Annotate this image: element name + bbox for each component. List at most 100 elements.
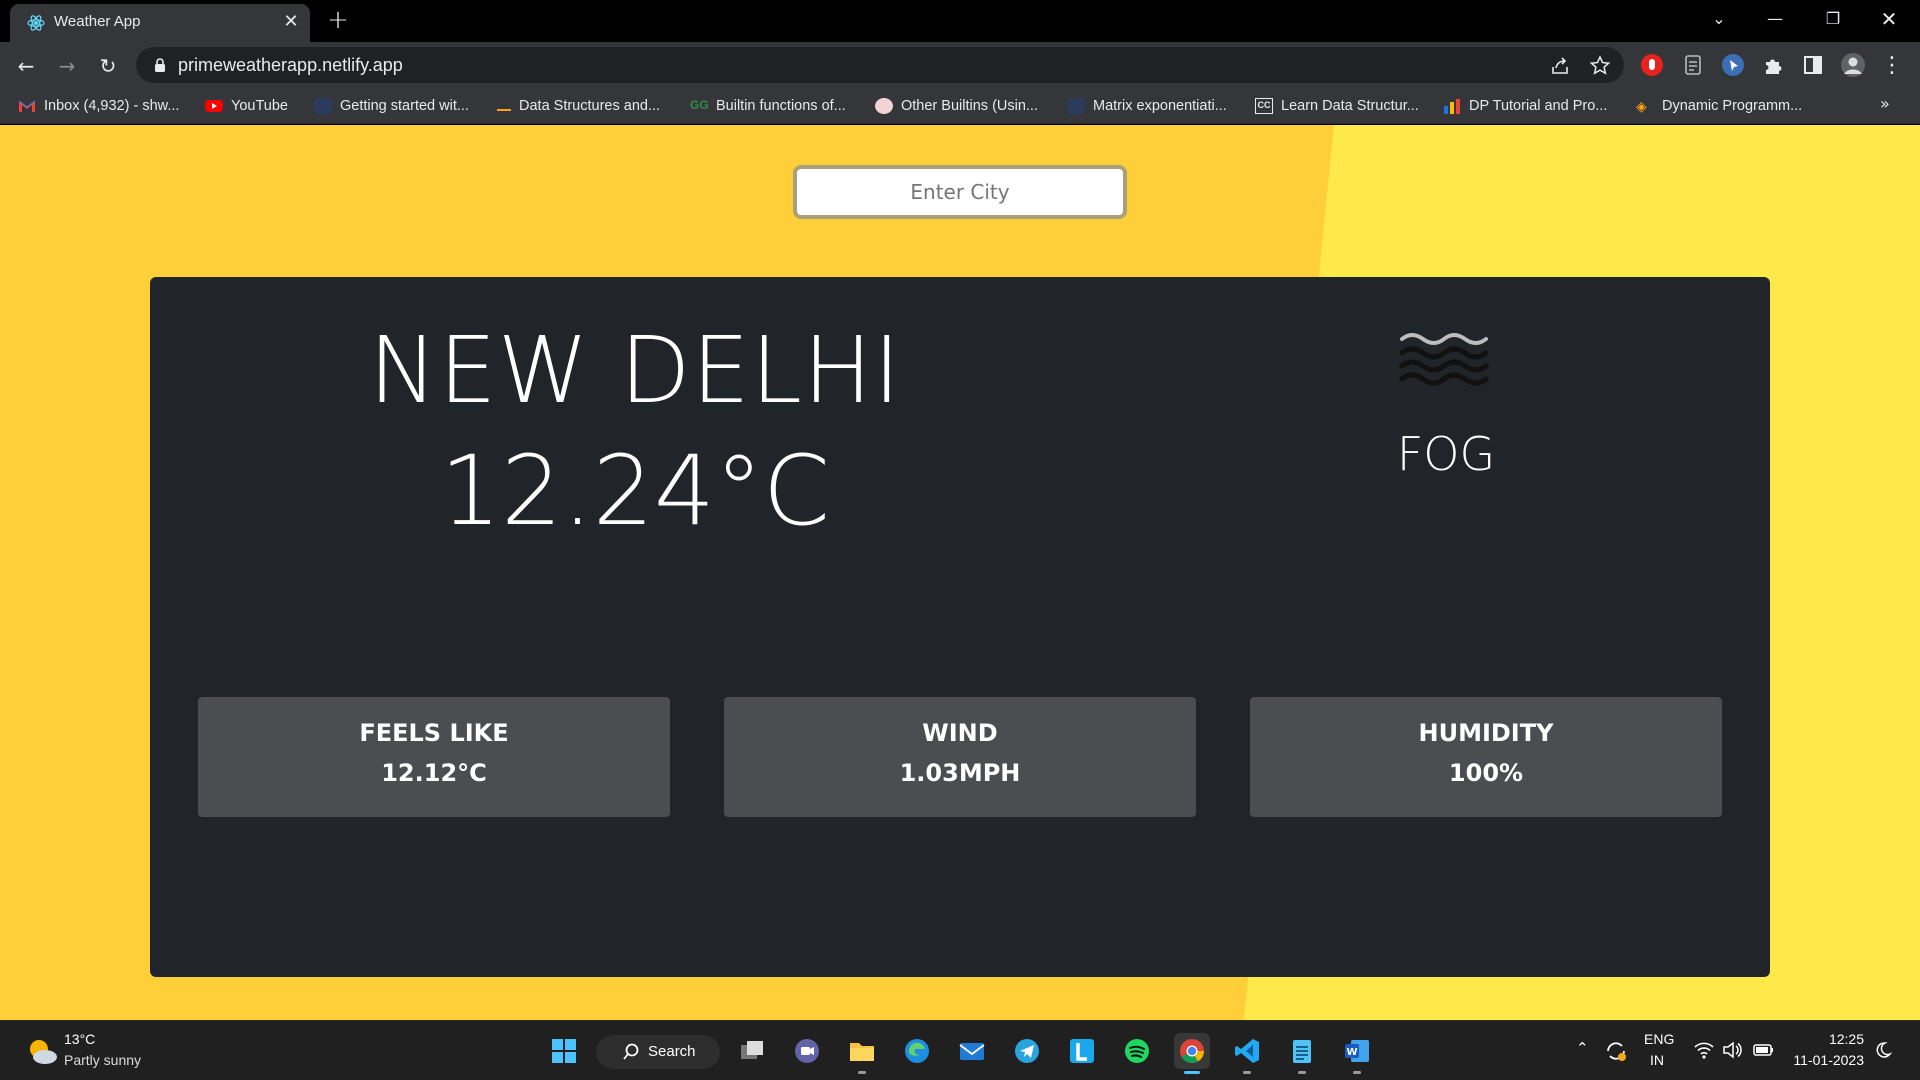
telegram-button[interactable] (1009, 1033, 1045, 1069)
stat-label: HUMIDITY (1418, 719, 1554, 747)
focus-moon-icon[interactable] (1874, 1041, 1892, 1059)
running-indicator (858, 1071, 866, 1074)
humidity-box: HUMIDITY 100% (1250, 697, 1722, 817)
teams-icon (795, 1039, 819, 1063)
vscode-button[interactable] (1229, 1033, 1265, 1074)
reload-icon[interactable]: ↻ (92, 50, 124, 82)
tab-search-chevron-icon[interactable]: ⌄ (1696, 0, 1742, 40)
stat-value: 1.03MPH (899, 759, 1021, 787)
close-icon[interactable]: ✕ (280, 11, 302, 33)
folder-icon (850, 1043, 874, 1061)
bookmark-youtube[interactable]: YouTube (205, 95, 288, 117)
temperature: 12.24°C (440, 435, 830, 547)
taskbar-weather-temp[interactable]: 13°C (64, 1031, 95, 1047)
close-window-button[interactable]: ✕ (1866, 0, 1912, 40)
bookmark-matrix-exponentiation[interactable]: Matrix exponentiati... (1067, 95, 1227, 117)
share-icon[interactable] (1548, 54, 1572, 78)
site-icon (1067, 98, 1085, 114)
file-explorer-button[interactable] (844, 1033, 880, 1074)
input-language[interactable]: ENG (1644, 1031, 1674, 1047)
wind-box: WIND 1.03MPH (724, 697, 1196, 817)
fog-icon (1399, 333, 1489, 386)
windows-taskbar: 13°C Partly sunny Search W ⌃ ENG IN 12:2… (0, 1020, 1920, 1080)
cc-icon: CC (1255, 98, 1273, 114)
browser-tab-bar: Weather App ✕ + ⌄ — ❐ ✕ (0, 0, 1920, 42)
bookmark-dp-tutorial[interactable]: DP Tutorial and Pro... (1443, 95, 1607, 117)
bookmark-other-builtins[interactable]: Other Builtins (Usin... (875, 95, 1038, 117)
l-app-icon (1070, 1039, 1094, 1063)
notepad-icon (1293, 1040, 1311, 1063)
show-hidden-icons-chevron-icon[interactable]: ⌃ (1576, 1039, 1589, 1057)
clock-date[interactable]: 11-01-2023 (1792, 1052, 1864, 1068)
restore-button[interactable]: ❐ (1810, 0, 1856, 40)
browser-toolbar: ← → ↻ primeweatherapp.netlify.app ⋮ (0, 42, 1920, 88)
sync-icon[interactable] (1604, 1039, 1628, 1063)
more-bookmarks-icon[interactable]: » (1880, 94, 1890, 113)
running-indicator (1353, 1071, 1361, 1074)
bookmark-data-structures[interactable]: Data Structures and... (497, 95, 660, 117)
windows-icon (552, 1039, 576, 1063)
running-indicator (1243, 1071, 1251, 1074)
weather-card: NEW DELHI 12.24°C FOG FEELS LIKE 12.12°C… (150, 277, 1770, 977)
extensions-puzzle-icon[interactable] (1760, 52, 1786, 78)
city-search-input[interactable] (793, 165, 1127, 219)
search-icon (623, 1043, 639, 1060)
svg-text:W: W (1346, 1047, 1357, 1058)
bookmark-learn-data-structures[interactable]: CC Learn Data Structur... (1255, 95, 1419, 117)
minimize-button[interactable]: — (1752, 0, 1798, 40)
volume-icon[interactable] (1722, 1041, 1742, 1059)
stat-value: 12.12°C (381, 759, 487, 787)
url-text: primeweatherapp.netlify.app (178, 55, 403, 75)
taskbar-weather-desc[interactable]: Partly sunny (64, 1052, 141, 1068)
tab-title: Weather App (54, 13, 141, 30)
clock-time[interactable]: 12:25 (1820, 1031, 1864, 1047)
back-icon[interactable]: ← (10, 50, 42, 82)
menu-kebab-icon[interactable]: ⋮ (1876, 50, 1908, 82)
new-tab-button[interactable]: + (324, 6, 352, 34)
weather-condition: FOG (1396, 427, 1496, 481)
extension-red-icon[interactable] (1639, 52, 1665, 78)
edge-button[interactable] (899, 1033, 935, 1069)
profile-avatar-icon[interactable] (1840, 52, 1866, 78)
wifi-icon[interactable] (1694, 1041, 1714, 1059)
l-app-button[interactable] (1064, 1033, 1100, 1069)
taskbar-search-button[interactable]: Search (596, 1035, 720, 1069)
mail-button[interactable] (954, 1033, 990, 1069)
stat-value: 100% (1448, 759, 1524, 787)
youtube-icon (205, 100, 223, 112)
extension-doc-icon[interactable] (1680, 52, 1706, 78)
bookmark-dynamic-programming[interactable]: ◈ Dynamic Programm... (1636, 95, 1802, 117)
lock-icon (155, 58, 165, 72)
feels-like-box: FEELS LIKE 12.12°C (198, 697, 670, 817)
tab-weather-app[interactable]: Weather App ✕ (10, 4, 310, 42)
bookmark-star-icon[interactable] (1588, 54, 1612, 78)
battery-charging-icon[interactable] (1752, 1041, 1776, 1059)
stat-label: FEELS LIKE (359, 719, 509, 747)
telegram-icon (1015, 1039, 1039, 1063)
site-icon: ◈ (1636, 98, 1647, 114)
teams-chat-button[interactable] (789, 1033, 825, 1069)
start-button[interactable] (546, 1033, 582, 1069)
bookmark-gmail[interactable]: Inbox (4,932) - shw... (18, 95, 179, 117)
task-view-button[interactable] (734, 1033, 770, 1069)
site-icon (497, 102, 511, 111)
taskbar-search-label: Search (648, 1043, 696, 1060)
vscode-icon (1235, 1039, 1259, 1063)
stat-label: WIND (922, 719, 998, 747)
weather-app-page: NEW DELHI 12.24°C FOG FEELS LIKE 12.12°C… (0, 125, 1920, 1020)
running-indicator (1298, 1071, 1306, 1074)
partly-sunny-icon[interactable] (26, 1036, 58, 1066)
active-indicator (1184, 1071, 1200, 1074)
chrome-button[interactable] (1174, 1033, 1210, 1074)
bookmark-builtin-functions[interactable]: GG Builtin functions of... (690, 95, 846, 117)
bookmarks-bar: Inbox (4,932) - shw... YouTube Getting s… (0, 88, 1920, 124)
input-region[interactable]: IN (1650, 1052, 1664, 1068)
forward-icon[interactable]: → (51, 50, 83, 82)
notepad-button[interactable] (1284, 1033, 1320, 1074)
address-bar[interactable]: primeweatherapp.netlify.app (136, 47, 1624, 83)
extension-cursor-icon[interactable] (1720, 52, 1746, 78)
side-panel-icon[interactable] (1800, 52, 1826, 78)
bookmark-getting-started[interactable]: Getting started wit... (314, 95, 469, 117)
word-button[interactable]: W (1339, 1033, 1375, 1074)
spotify-button[interactable] (1119, 1033, 1155, 1069)
